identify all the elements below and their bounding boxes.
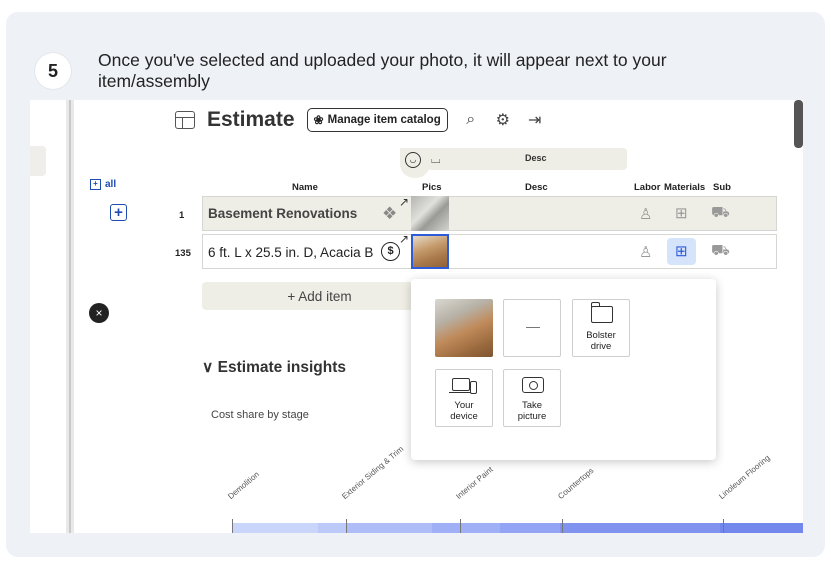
stage-bar-segment[interactable] <box>318 523 346 533</box>
step-instruction: Once you've selected and uploaded your p… <box>98 50 667 91</box>
empty-photo-slot[interactable] <box>503 299 561 357</box>
expand-all-toggle[interactable]: + all <box>90 179 116 190</box>
stage-label: Interior Paint <box>454 464 495 501</box>
folder-icon <box>591 302 613 323</box>
stage-label: Exterior Siding & Trim <box>340 444 406 501</box>
presentation-icon[interactable]: ⌴ <box>431 152 441 167</box>
stage-label: Countertops <box>556 466 596 501</box>
open-arrow-icon[interactable]: ↗ <box>399 195 409 209</box>
column-header-name: Name <box>292 182 318 193</box>
phone-icon <box>470 381 477 394</box>
stage-bar-segment[interactable] <box>500 523 560 533</box>
item-photo-thumbnail-selected[interactable] <box>411 234 449 269</box>
vertical-scrollbar[interactable] <box>794 100 803 148</box>
grid-icon <box>175 111 195 129</box>
your-device-label: Your device <box>450 400 478 422</box>
bolster-drive-button[interactable]: Bolster drive <box>572 299 630 357</box>
take-picture-label: Take picture <box>517 400 547 422</box>
bolster-drive-label: Bolster drive <box>586 330 616 352</box>
empty-slot-dash <box>526 327 540 328</box>
export-icon[interactable]: ⇥ <box>526 110 544 130</box>
stage-label: Demolition <box>226 469 261 501</box>
manage-item-catalog-button[interactable]: ❀ Manage item catalog <box>306 108 448 132</box>
cost-share-label: Cost share by stage <box>211 409 309 421</box>
stage-tick <box>232 519 233 533</box>
stage-bar-segment[interactable] <box>560 523 720 533</box>
subcontractor-icon[interactable]: ⛟ <box>711 204 730 223</box>
sidebar-tab[interactable] <box>30 146 46 176</box>
manage-item-catalog-label: Manage item catalog <box>327 114 441 126</box>
close-icon[interactable]: × <box>89 303 109 323</box>
assembly-icon: ❖ <box>382 204 398 223</box>
column-header-materials: Materials <box>664 182 706 193</box>
stage-tick <box>460 519 461 533</box>
column-header-sub: Sub <box>713 182 731 193</box>
laptop-icon <box>449 378 473 393</box>
stage-bar-segment[interactable] <box>346 523 432 533</box>
camera-icon <box>522 377 544 393</box>
open-arrow-icon[interactable]: ↗ <box>399 232 409 246</box>
search-icon[interactable]: ⌕ <box>462 111 480 129</box>
add-item-button[interactable]: + Add item <box>202 282 437 310</box>
row-number: 135 <box>175 248 191 259</box>
column-header-labor: Labor <box>634 182 661 193</box>
take-picture-button[interactable]: Take picture <box>503 369 561 427</box>
row-number: 1 <box>179 210 185 221</box>
uploaded-photo-tile[interactable] <box>435 299 493 357</box>
floating-desc-label: Desc <box>525 153 547 163</box>
estimate-toolbar: Estimate ❀ Manage item catalog ⌕ ⚙ ⇥ <box>175 108 544 132</box>
labor-icon[interactable]: ♙ <box>639 243 652 261</box>
stage-label: Linoleum Flooring <box>717 453 772 501</box>
column-header-desc: Desc <box>525 182 548 193</box>
app-screenshot: Estimate ❀ Manage item catalog ⌕ ⚙ ⇥ Des… <box>30 100 803 533</box>
materials-icon[interactable]: ⊞ <box>675 242 688 260</box>
stage-bar-segment[interactable] <box>432 523 500 533</box>
page-title: Estimate <box>207 108 295 131</box>
sidebar-divider-line <box>69 100 71 533</box>
row-name[interactable]: Basement Renovations <box>208 206 357 221</box>
gear-icon[interactable]: ⚙ <box>494 110 512 130</box>
row-name[interactable]: 6 ft. L x 25.5 in. D, Acacia B <box>208 245 373 260</box>
column-header-pics: Pics <box>422 182 442 193</box>
labor-icon[interactable]: ♙ <box>639 205 652 223</box>
chevron-down-icon: ∨ <box>202 359 214 376</box>
stage-tick <box>723 519 724 533</box>
estimate-insights-heading: Estimate insights <box>217 359 347 376</box>
step-number-badge: 5 <box>35 53 71 89</box>
stage-tick <box>562 519 563 533</box>
estimate-insights-toggle[interactable]: ∨ Estimate insights <box>202 358 346 377</box>
stage-bar-segment[interactable] <box>720 523 803 533</box>
add-row-button[interactable]: + <box>110 204 127 221</box>
photo-upload-popup: Bolster drive Your device Take picture <box>411 279 716 460</box>
dollar-icon: $ <box>381 242 400 261</box>
item-photo-thumbnail[interactable] <box>411 196 449 231</box>
your-device-button[interactable]: Your device <box>435 369 493 427</box>
catalog-icon: ❀ <box>313 113 324 127</box>
stage-tick <box>346 519 347 533</box>
user-icon[interactable]: ◡ <box>405 152 421 168</box>
subcontractor-icon[interactable]: ⛟ <box>711 242 730 261</box>
expand-all-label: all <box>105 179 117 190</box>
materials-icon[interactable]: ⊞ <box>675 204 688 222</box>
stage-bar-segment[interactable] <box>232 523 318 533</box>
plus-small-icon: + <box>90 179 101 190</box>
